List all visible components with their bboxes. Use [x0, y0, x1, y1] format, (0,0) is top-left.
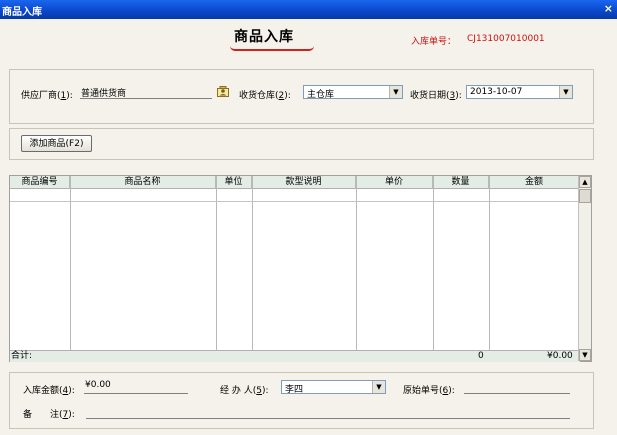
supplier-input[interactable]: 普通供货商	[80, 86, 212, 99]
column-divider	[216, 176, 253, 361]
scroll-up-icon[interactable]: ▲	[579, 176, 591, 188]
date-picker[interactable]: 2013-10-07 ▼	[466, 85, 573, 99]
contact-card-icon[interactable]	[217, 86, 229, 97]
handler-select[interactable]: 李四 ▼	[281, 380, 386, 395]
scroll-thumb[interactable]	[579, 189, 591, 203]
amount-field: ¥0.00	[84, 380, 188, 394]
note-label: 备 注(7):	[23, 410, 75, 420]
table-scrollbar[interactable]: ▲ ▼	[578, 176, 591, 361]
chevron-down-icon[interactable]: ▼	[559, 86, 572, 98]
window-title: 商品入库	[2, 7, 42, 18]
note-input[interactable]	[86, 405, 570, 419]
column-header-amount[interactable]: 金额	[489, 176, 580, 189]
total-amount: ¥0.00	[547, 351, 573, 361]
total-label: 合计:	[11, 351, 33, 361]
orig-no-input[interactable]	[464, 380, 570, 394]
toolbar-panel	[9, 128, 594, 160]
supplier-label: 供应厂商(1):	[21, 91, 73, 101]
date-value: 2013-10-07	[470, 87, 523, 97]
title-bar: 商品入库 ×	[0, 0, 617, 19]
column-divider	[433, 176, 490, 361]
page-title: 商品入库	[234, 29, 294, 45]
warehouse-value: 主仓库	[307, 90, 335, 100]
chevron-down-icon[interactable]: ▼	[389, 86, 402, 98]
column-divider	[10, 176, 71, 361]
chevron-down-icon[interactable]: ▼	[372, 381, 385, 393]
total-row: 合计: 0 ¥0.00	[10, 350, 580, 362]
table-row[interactable]	[10, 189, 580, 202]
orig-no-label: 原始单号(6):	[403, 386, 455, 396]
add-product-button[interactable]: 添加商品(F2)	[21, 135, 92, 152]
handler-label: 经 办 人(5):	[220, 386, 269, 396]
product-table: 商品编号 商品名称 单位 款型说明 单价 数量 金额 合计: 0 ¥0.00 ▲…	[9, 175, 592, 362]
column-divider	[252, 176, 357, 361]
total-qty: 0	[478, 351, 484, 361]
amount-label: 入库金额(4):	[23, 386, 75, 396]
warehouse-label: 收货仓库(2):	[239, 91, 291, 101]
order-no-value: CJ131007010001	[467, 34, 545, 44]
handler-value: 李四	[285, 385, 304, 395]
column-divider	[70, 176, 217, 361]
close-icon[interactable]: ×	[604, 2, 613, 15]
order-no-label: 入库单号：	[411, 37, 457, 47]
column-divider	[356, 176, 434, 361]
date-label: 收货日期(3):	[410, 91, 462, 101]
title-underline	[230, 46, 314, 51]
warehouse-select[interactable]: 主仓库 ▼	[303, 85, 403, 100]
scroll-down-icon[interactable]: ▼	[579, 349, 591, 361]
